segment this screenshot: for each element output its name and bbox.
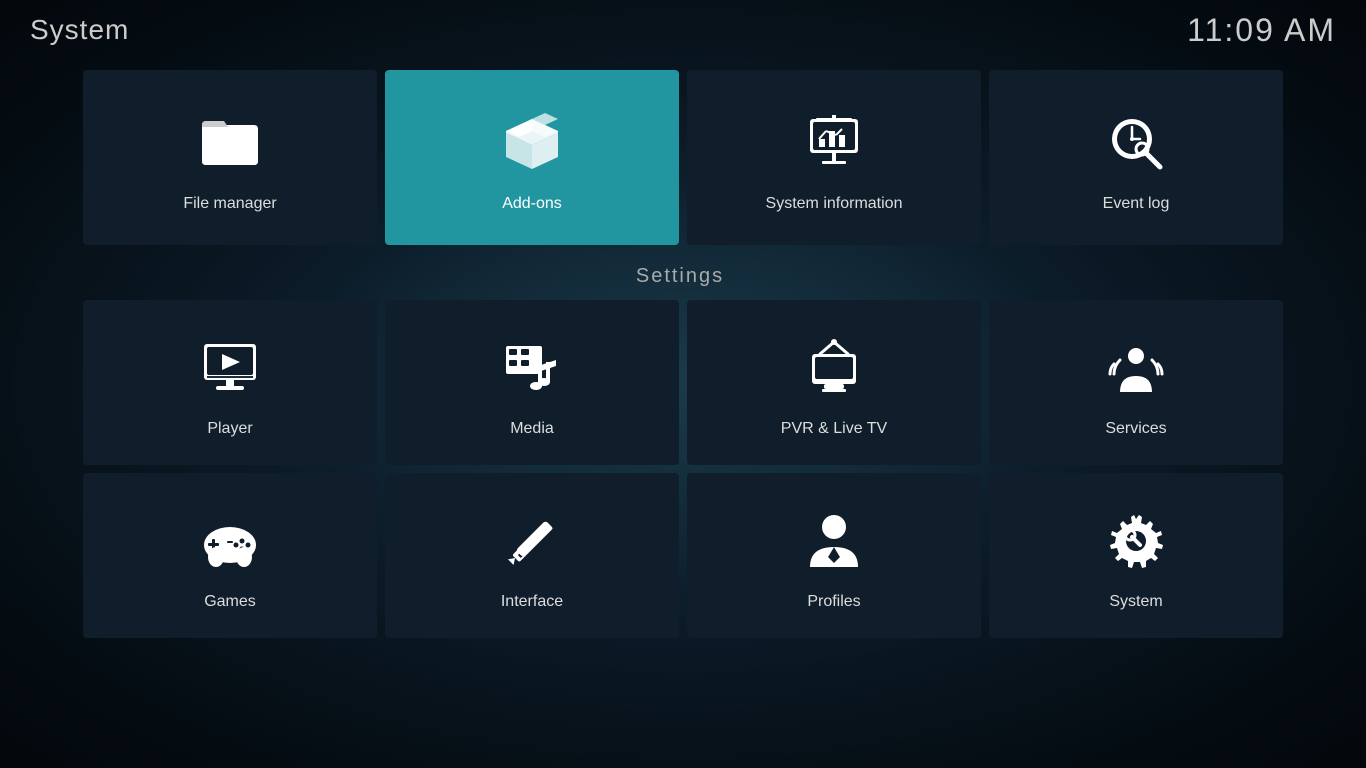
top-row: File manager [83, 70, 1283, 245]
tile-system-information[interactable]: System information [687, 70, 981, 245]
tile-file-manager[interactable]: File manager [83, 70, 377, 245]
tile-pvr-live-tv[interactable]: PVR & Live TV [687, 300, 981, 465]
header: System 11:09 AM [0, 0, 1366, 60]
media-label: Media [510, 420, 554, 438]
system-information-label: System information [766, 195, 903, 213]
tile-system-settings[interactable]: System [989, 473, 1283, 638]
profiles-label: Profiles [807, 593, 860, 611]
services-label: Services [1105, 420, 1166, 438]
games-label: Games [204, 593, 256, 611]
tile-games[interactable]: Games [83, 473, 377, 638]
pvr-live-tv-icon [794, 328, 874, 408]
interface-label: Interface [501, 593, 563, 611]
main-content: File manager [0, 60, 1366, 768]
page-wrapper: System 11:09 AM File manager [0, 0, 1366, 768]
player-icon [190, 328, 270, 408]
tile-player[interactable]: Player [83, 300, 377, 465]
settings-row-2: Games [83, 473, 1283, 638]
games-icon [190, 501, 270, 581]
tile-add-ons[interactable]: Add-ons [385, 70, 679, 245]
event-log-label: Event log [1103, 195, 1170, 213]
tile-services[interactable]: Services [989, 300, 1283, 465]
add-ons-label: Add-ons [502, 195, 562, 213]
profiles-icon [794, 501, 874, 581]
system-settings-icon [1096, 501, 1176, 581]
file-manager-icon [190, 103, 270, 183]
tile-profiles[interactable]: Profiles [687, 473, 981, 638]
settings-row-1: Player [83, 300, 1283, 465]
clock: 11:09 AM [1187, 12, 1336, 49]
media-icon [492, 328, 572, 408]
tile-event-log[interactable]: Event log [989, 70, 1283, 245]
pvr-live-tv-label: PVR & Live TV [781, 420, 887, 438]
system-settings-label: System [1109, 593, 1162, 611]
player-label: Player [207, 420, 252, 438]
add-ons-icon [492, 103, 572, 183]
file-manager-label: File manager [183, 195, 276, 213]
tile-media[interactable]: Media [385, 300, 679, 465]
settings-section-title: Settings [80, 265, 1280, 288]
event-log-icon [1096, 103, 1176, 183]
interface-icon [492, 501, 572, 581]
services-icon [1096, 328, 1176, 408]
tile-interface[interactable]: Interface [385, 473, 679, 638]
system-information-icon [794, 103, 874, 183]
page-title: System [30, 14, 129, 46]
